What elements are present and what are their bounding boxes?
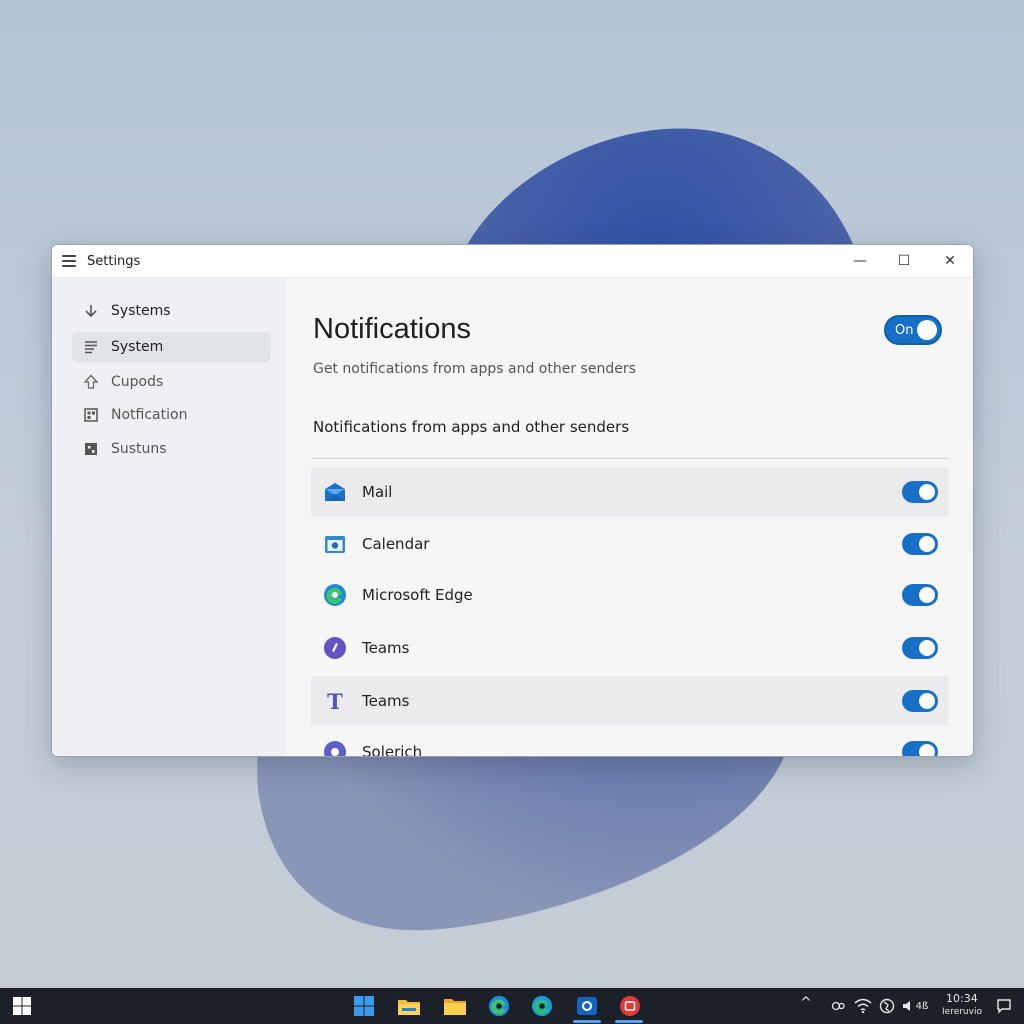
toggle-state-label: On <box>895 323 914 338</box>
download-arrow-icon <box>83 303 99 319</box>
edge-icon[interactable] <box>530 994 554 1018</box>
edge-icon[interactable] <box>487 994 511 1018</box>
windows-start-icon[interactable] <box>10 994 34 1018</box>
edge-icon <box>323 583 347 607</box>
toggle-knob <box>919 536 935 552</box>
sidebar-item-cupods[interactable]: Cupods <box>72 367 271 397</box>
page-subtitle: Get notifications from apps and other se… <box>313 361 636 377</box>
file-explorer-icon[interactable] <box>397 994 421 1018</box>
grid-square-filled-icon <box>83 441 99 457</box>
app-toggle[interactable] <box>902 481 938 503</box>
mail-icon <box>323 480 347 504</box>
grid-square-icon <box>83 407 99 423</box>
settings-window: Settings — ☐ ✕ Systems System Cupods Not… <box>51 244 974 757</box>
active-app-indicator <box>573 1020 601 1023</box>
app-row-microsoft-edge[interactable]: Microsoft Edge <box>311 570 949 620</box>
minimize-icon: — <box>853 253 867 269</box>
app-toggle[interactable] <box>902 690 938 712</box>
toggle-knob <box>919 484 935 500</box>
minimize-button[interactable]: — <box>837 245 883 277</box>
sidebar-item-systems[interactable]: Systems <box>72 296 271 326</box>
sidebar: Systems System Cupods Notfication Sustun… <box>52 278 286 756</box>
app-toggle[interactable] <box>902 637 938 659</box>
maximize-button[interactable]: ☐ <box>881 245 927 277</box>
volume-icon[interactable]: 4ß <box>897 994 933 1018</box>
toggle-knob <box>919 640 935 656</box>
svg-text:T: T <box>327 689 343 713</box>
calendar-icon <box>323 532 347 556</box>
sidebar-item-label: Sustuns <box>111 441 167 457</box>
app-row-mail[interactable]: Mail <box>311 467 949 517</box>
folder-icon[interactable] <box>443 994 467 1018</box>
app-circle-icon <box>323 740 347 756</box>
maximize-icon: ☐ <box>897 253 911 269</box>
app-name: Microsoft Edge <box>362 586 473 604</box>
window-title: Settings <box>87 253 141 269</box>
taskbar: ^ 4ß 10:34 Iereruvio <box>0 988 1024 1024</box>
app-name: Mail <box>362 483 393 501</box>
notifications-master-toggle[interactable]: On <box>884 315 942 345</box>
red-app-icon[interactable] <box>618 994 642 1018</box>
tray-chevron-icon[interactable]: ^ <box>800 995 812 1011</box>
sidebar-item-label: Systems <box>111 303 171 319</box>
section-title: Notifications from apps and other sender… <box>313 418 630 436</box>
close-button[interactable]: ✕ <box>927 245 973 277</box>
sidebar-item-notfication[interactable]: Notfication <box>72 400 271 430</box>
windows-logo-icon[interactable] <box>352 994 376 1018</box>
app-toggle[interactable] <box>902 533 938 555</box>
sidebar-item-label: System <box>111 339 164 355</box>
app-name: Calendar <box>362 535 430 553</box>
clock-date[interactable]: Iereruvio <box>942 1007 982 1017</box>
title-bar[interactable]: Settings — ☐ ✕ <box>52 245 973 278</box>
toggle-knob <box>919 693 935 709</box>
toggle-knob <box>919 744 935 756</box>
wifi-icon[interactable] <box>851 994 875 1018</box>
app-row-calendar[interactable]: Calendar <box>311 519 949 569</box>
app-row-teams-2[interactable]: T Teams <box>311 676 949 726</box>
sidebar-item-label: Cupods <box>111 374 164 390</box>
teams-circle-icon <box>323 636 347 660</box>
clock-time[interactable]: 10:34 <box>946 992 978 1005</box>
app-name: Teams <box>362 692 410 710</box>
sidebar-item-sustuns[interactable]: Sustuns <box>72 434 271 464</box>
up-arrow-outline-icon <box>83 374 99 390</box>
app-row-solerich[interactable]: Solerich <box>311 727 949 757</box>
network-adapter-icon[interactable] <box>826 994 850 1018</box>
toggle-knob <box>917 320 937 340</box>
page-title: Notifications <box>313 313 471 345</box>
app-toggle[interactable] <box>902 741 938 756</box>
globe-icon[interactable] <box>875 994 899 1018</box>
sidebar-item-system[interactable]: System <box>72 332 271 362</box>
main-content: Notifications On Get notifications from … <box>286 278 973 756</box>
volume-label: 4ß <box>915 1000 929 1012</box>
app-toggle[interactable] <box>902 584 938 606</box>
active-app-indicator <box>615 1020 643 1023</box>
close-icon: ✕ <box>944 253 956 269</box>
hamburger-menu-icon[interactable] <box>62 255 76 267</box>
toggle-knob <box>919 587 935 603</box>
list-lines-icon <box>83 339 99 355</box>
teams-t-icon: T <box>323 689 347 713</box>
app-name: Solerich <box>362 743 423 757</box>
app-row-teams[interactable]: Teams <box>311 623 949 673</box>
notification-center-icon[interactable] <box>992 994 1016 1018</box>
store-app-icon[interactable] <box>575 994 599 1018</box>
app-name: Teams <box>362 639 410 657</box>
sidebar-item-label: Notfication <box>111 407 188 423</box>
section-divider <box>313 458 949 459</box>
